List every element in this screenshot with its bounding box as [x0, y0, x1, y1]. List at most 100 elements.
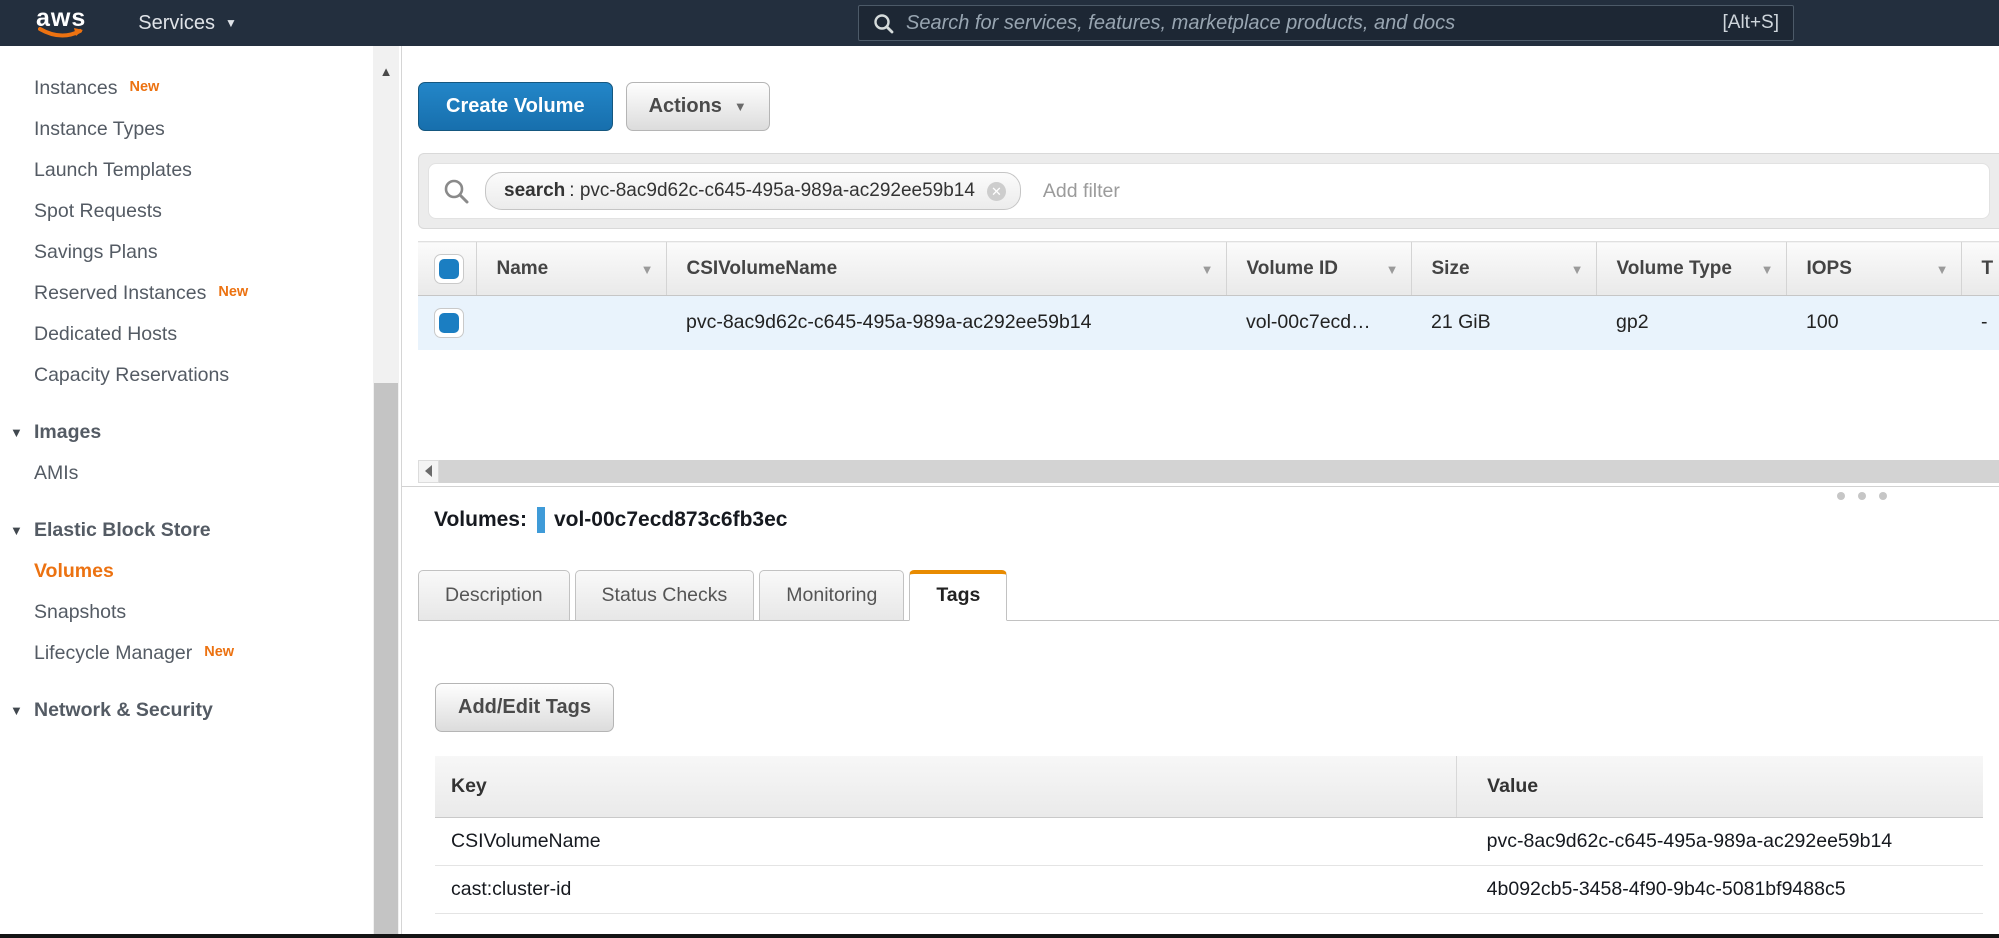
sort-caret-icon[interactable]: ▼ — [1201, 262, 1214, 277]
scroll-left-icon — [425, 465, 432, 477]
actions-button[interactable]: Actions ▼ — [626, 82, 770, 131]
tab-label: Description — [445, 584, 543, 606]
sidebar-item-capacity-reservations[interactable]: Capacity Reservations — [0, 355, 401, 396]
volume-row-selected[interactable]: pvc-8ac9d62c-c645-495a-989a-ac292ee59b14… — [418, 296, 1999, 350]
horizontal-scrollbar-thumb[interactable] — [439, 460, 1999, 483]
search-input[interactable] — [906, 12, 1711, 35]
sidebar-item-lifecycle-manager[interactable]: Lifecycle Manager New — [0, 633, 401, 674]
column-header-csivolumename[interactable]: CSIVolumeName ▼ — [666, 242, 1226, 296]
filter-bar: search : pvc-8ac9d62c-c645-495a-989a-ac2… — [418, 153, 1999, 229]
sidebar-nav-list: Instances New Instance Types Launch Temp… — [0, 46, 401, 731]
sidebar-section-network-security[interactable]: ▼ Network & Security — [0, 690, 401, 731]
sort-caret-icon[interactable]: ▼ — [1936, 262, 1949, 277]
tab-description[interactable]: Description — [418, 570, 570, 621]
sidebar-item-dedicated-hosts[interactable]: Dedicated Hosts — [0, 314, 401, 355]
new-badge: New — [218, 284, 248, 300]
column-header-volume-type[interactable]: Volume Type ▼ — [1596, 242, 1786, 296]
remove-filter-icon[interactable]: ✕ — [987, 182, 1006, 201]
create-volume-button[interactable]: Create Volume — [418, 82, 613, 131]
main-content: Create Volume Actions ▼ search : pvc-8ac… — [402, 46, 1999, 938]
chevron-down-icon: ▼ — [225, 16, 237, 30]
column-header-size[interactable]: Size ▼ — [1411, 242, 1596, 296]
sidebar-section-label: Elastic Block Store — [34, 519, 211, 542]
sort-caret-icon[interactable]: ▼ — [641, 262, 654, 277]
tags-column-value: Value — [1457, 756, 1983, 818]
filter-key: search — [504, 180, 565, 202]
sort-caret-icon[interactable]: ▼ — [1571, 262, 1584, 277]
search-icon — [873, 13, 894, 34]
column-label: Size — [1432, 258, 1470, 279]
horizontal-scrollbar[interactable] — [418, 460, 1999, 483]
sidebar-section-elastic-block-store[interactable]: ▼ Elastic Block Store — [0, 510, 401, 551]
new-badge: New — [129, 79, 159, 95]
sidebar-section-label: Network & Security — [34, 699, 213, 722]
column-header-iops[interactable]: IOPS ▼ — [1786, 242, 1961, 296]
resize-dot — [1837, 492, 1845, 500]
services-menu[interactable]: Services ▼ — [138, 12, 237, 35]
sidebar-item-volumes[interactable]: Volumes — [0, 551, 401, 592]
column-header-volume-id[interactable]: Volume ID ▼ — [1226, 242, 1411, 296]
sort-caret-icon[interactable]: ▼ — [1386, 262, 1399, 277]
add-edit-tags-label: Add/Edit Tags — [458, 696, 591, 719]
detail-volume-id: vol-00c7ecd873c6fb3ec — [554, 508, 788, 532]
scroll-left-button[interactable] — [418, 460, 439, 483]
column-label: Volume ID — [1247, 258, 1339, 279]
sidebar-item-snapshots[interactable]: Snapshots — [0, 592, 401, 633]
sort-caret-icon[interactable]: ▼ — [1761, 262, 1774, 277]
section-collapse-icon: ▼ — [0, 523, 34, 538]
toolbar: Create Volume Actions ▼ — [418, 82, 1999, 131]
tab-label: Monitoring — [786, 584, 877, 606]
sidebar-item-label: Launch Templates — [34, 159, 192, 182]
sidebar-item-label: Volumes — [34, 560, 114, 583]
tab-monitoring[interactable]: Monitoring — [759, 570, 904, 621]
select-all-header — [418, 242, 476, 296]
sidebar-item-amis[interactable]: AMIs — [0, 453, 401, 494]
aws-smile-icon — [38, 27, 84, 40]
column-label: IOPS — [1807, 258, 1852, 279]
filter-separator: : — [569, 180, 574, 202]
sidebar-scrollbar-thumb[interactable] — [374, 383, 398, 938]
sidebar-item-savings-plans[interactable]: Savings Plans — [0, 232, 401, 273]
selection-cursor-bar — [537, 507, 545, 533]
sidebar-item-launch-templates[interactable]: Launch Templates — [0, 150, 401, 191]
row-select-cell — [418, 296, 476, 350]
sidebar-item-label: AMIs — [34, 462, 78, 485]
select-all-checkbox[interactable] — [434, 254, 464, 284]
add-edit-tags-button[interactable]: Add/Edit Tags — [435, 683, 614, 732]
scroll-up-icon[interactable]: ▲ — [373, 64, 399, 79]
table-empty-space — [418, 350, 1999, 460]
global-search-bar[interactable]: [Alt+S] — [858, 5, 1794, 41]
tab-label: Status Checks — [602, 584, 728, 606]
row-checkbox[interactable] — [434, 308, 464, 338]
sidebar-section-images[interactable]: ▼ Images — [0, 412, 401, 453]
sidebar-item-instance-types[interactable]: Instance Types — [0, 109, 401, 150]
tag-value: pvc-8ac9d62c-c645-495a-989a-ac292ee59b14 — [1457, 818, 1983, 866]
sidebar-item-instances[interactable]: Instances New — [0, 68, 401, 109]
ec2-sidebar: Instances New Instance Types Launch Temp… — [0, 46, 402, 938]
services-label: Services — [138, 12, 215, 35]
tags-table: Key Value CSIVolumeName pvc-8ac9d62c-c64… — [435, 756, 1983, 915]
pane-resize-handle[interactable] — [418, 487, 1999, 503]
sidebar-item-reserved-instances[interactable]: Reserved Instances New — [0, 273, 401, 314]
section-collapse-icon: ▼ — [0, 425, 34, 440]
column-header-throughput[interactable]: T — [1961, 242, 1999, 296]
column-label: T — [1982, 258, 1994, 279]
aws-logo[interactable]: aws — [36, 7, 86, 40]
cell-iops: 100 — [1786, 296, 1961, 350]
sidebar-item-spot-requests[interactable]: Spot Requests — [0, 191, 401, 232]
tab-status-checks[interactable]: Status Checks — [575, 570, 755, 621]
active-filter-pill[interactable]: search : pvc-8ac9d62c-c645-495a-989a-ac2… — [485, 172, 1021, 210]
filter-search-field[interactable]: search : pvc-8ac9d62c-c645-495a-989a-ac2… — [428, 163, 1990, 219]
sidebar-item-label: Lifecycle Manager — [34, 642, 192, 665]
cell-volume-type: gp2 — [1596, 296, 1786, 350]
sidebar-scrollbar[interactable]: ▲ — [373, 46, 399, 938]
sidebar-item-label: Instances — [34, 77, 117, 100]
cell-volume-id: vol-00c7ecd… — [1226, 296, 1411, 350]
column-header-name[interactable]: Name ▼ — [476, 242, 666, 296]
detail-tabs: Description Status Checks Monitoring Tag… — [418, 569, 1999, 621]
tab-tags[interactable]: Tags — [909, 570, 1007, 621]
tags-table-header-row: Key Value — [435, 756, 1983, 818]
add-filter-button[interactable]: Add filter — [1043, 180, 1120, 203]
tag-key: CSIVolumeName — [435, 818, 1457, 866]
filter-value: pvc-8ac9d62c-c645-495a-989a-ac292ee59b14 — [580, 180, 975, 202]
